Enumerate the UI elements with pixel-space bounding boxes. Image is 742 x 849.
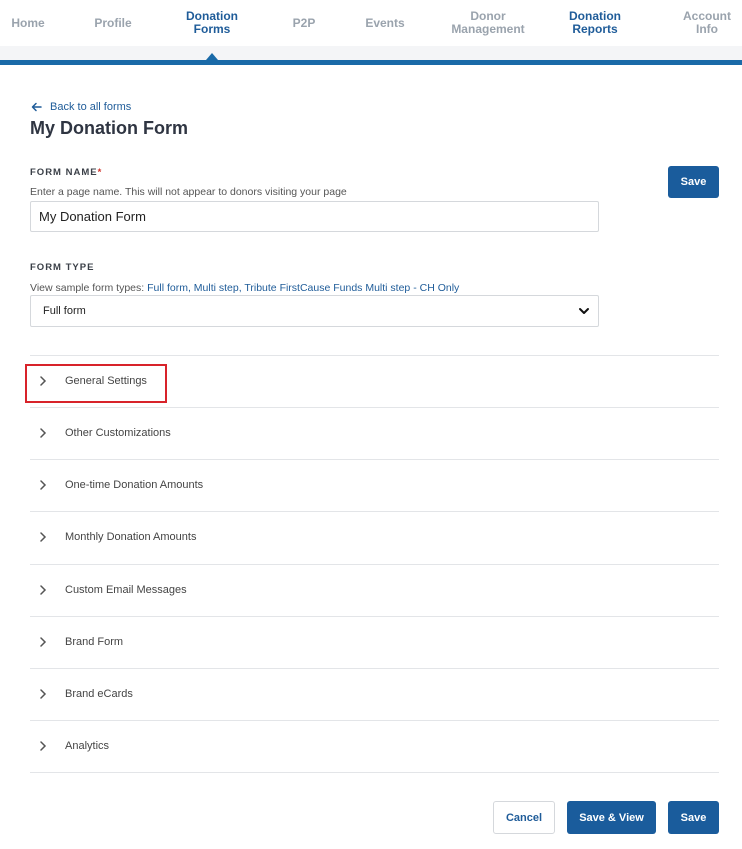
sections-bottom-divider <box>30 772 719 773</box>
form-type-label: FORM TYPE <box>30 262 95 273</box>
sample-form-type-links[interactable]: Full form, Multi step, Tribute FirstCaus… <box>147 282 459 294</box>
section-one-time-donation-amounts[interactable]: One-time Donation Amounts <box>30 459 719 511</box>
cancel-button[interactable]: Cancel <box>493 801 555 834</box>
chevron-right-icon <box>40 689 47 699</box>
form-type-hint-prefix: View sample form types: <box>30 282 148 294</box>
section-analytics[interactable]: Analytics <box>30 720 719 772</box>
highlight-box <box>25 364 167 403</box>
nav-profile[interactable]: Profile <box>84 0 142 46</box>
form-name-hint: Enter a page name. This will not appear … <box>30 186 347 198</box>
section-label: Analytics <box>65 740 110 752</box>
nav-home[interactable]: Home <box>0 0 56 46</box>
chevron-right-icon <box>40 532 47 542</box>
section-label: Monthly Donation Amounts <box>65 531 197 543</box>
section-label: One-time Donation Amounts <box>65 479 204 491</box>
nav-events[interactable]: Events <box>360 0 410 46</box>
form-name-label: FORM NAME* <box>30 167 102 178</box>
form-name-input[interactable]: My Donation Form <box>30 201 599 232</box>
form-type-hint: View sample form types: Full form, Multi… <box>30 282 459 294</box>
section-custom-email-messages[interactable]: Custom Email Messages <box>30 564 719 616</box>
active-tab-caret <box>206 53 218 60</box>
nav-account-info[interactable]: Account Info <box>676 0 738 46</box>
chevron-right-icon <box>40 480 47 490</box>
section-other-customizations[interactable]: Other Customizations <box>30 407 719 459</box>
nav-underbar <box>0 46 742 60</box>
chevron-right-icon <box>40 741 47 751</box>
save-button-top[interactable]: Save <box>668 166 719 198</box>
back-link[interactable]: Back to all forms <box>31 101 131 113</box>
section-label: Other Customizations <box>65 427 171 439</box>
arrow-left-icon <box>31 102 42 112</box>
save-and-view-button[interactable]: Save & View <box>567 801 656 834</box>
chevron-right-icon <box>40 637 47 647</box>
required-mark: * <box>97 167 103 178</box>
chevron-right-icon <box>40 585 47 595</box>
nav-donor-management[interactable]: Donor Management <box>448 0 528 46</box>
back-link-label: Back to all forms <box>50 101 132 113</box>
save-button-bottom[interactable]: Save <box>668 801 719 834</box>
form-type-select[interactable]: Full form <box>30 295 599 327</box>
chevron-right-icon <box>40 428 47 438</box>
page-title: My Donation Form <box>30 118 188 138</box>
nav-divider <box>0 60 742 65</box>
top-navigation: Home Profile Donation Forms P2P Events D… <box>0 0 742 46</box>
form-type-selected: Full form <box>43 305 86 317</box>
section-brand-ecards[interactable]: Brand eCards <box>30 668 719 720</box>
section-label: Brand Form <box>65 636 124 648</box>
chevron-down-icon <box>579 308 589 314</box>
form-name-label-text: FORM NAME <box>30 167 98 178</box>
section-monthly-donation-amounts[interactable]: Monthly Donation Amounts <box>30 511 719 563</box>
nav-donation-reports[interactable]: Donation Reports <box>562 0 628 46</box>
section-label: Brand eCards <box>65 688 133 700</box>
nav-donation-forms[interactable]: Donation Forms <box>180 0 244 46</box>
section-brand-form[interactable]: Brand Form <box>30 616 719 668</box>
section-label: Custom Email Messages <box>65 584 187 596</box>
nav-p2p[interactable]: P2P <box>284 0 324 46</box>
